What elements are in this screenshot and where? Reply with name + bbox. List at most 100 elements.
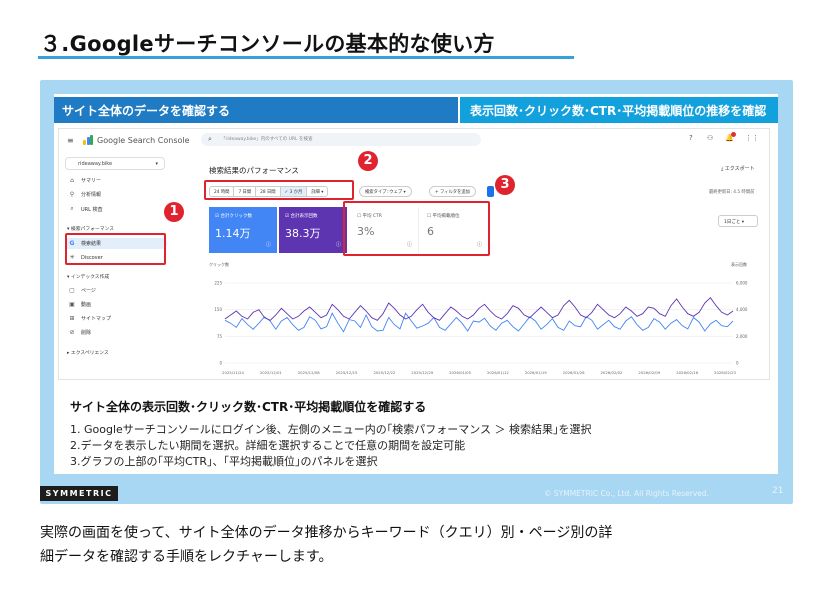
video-icon: ▣ [69,301,75,308]
x-tick-label: 2025/12/01 [260,370,282,375]
sidebar-item-label: サマリー [81,178,102,184]
search-icon: ⌕ [70,205,74,212]
sidebar-item-label: 動画 [81,302,92,308]
metric-label: ☑ 合計表示回数 [285,214,318,219]
callout-badge-2: 2 [358,151,378,171]
url-inspect-search[interactable]: ⌕ 「rideaway.bike」内のすべての URL を検査 [201,133,481,146]
x-tick-label: 2026/01/26 [563,370,585,375]
gsc-brand: Google Search Console [97,136,190,145]
clicks-series-line [224,312,734,333]
help-icon[interactable]: ? [689,134,693,142]
sidebar-item-label: 分析情報 [81,192,102,198]
sidebar-section-experience[interactable]: ▸ エクスペリエンス [67,349,109,356]
gsc-sidebar: rideaway.bike ▾ ⌂ サマリー ⚲ 分析情報 ⌕ URL 検査 ▾… [59,151,171,379]
metric-value: 1.14万 [215,227,251,240]
search-placeholder: 「rideaway.bike」内のすべての URL を検査 [221,137,313,142]
band-right-title: 表示回数･クリック数･CTR･平均掲載順位の推移を確認 [460,97,778,123]
metric-total-impressions[interactable]: ☑ 合計表示回数 38.3万 ⓘ [279,207,347,253]
insights-icon: ⚲ [69,191,75,198]
x-tick-label: 2026/02/09 [638,370,660,375]
right-tick-label: 0 [736,361,739,366]
removal-icon: ⊘ [69,329,75,336]
symmetric-logo: SYMMETRIC [40,486,118,501]
band-left-title: サイト全体のデータを確認する [54,97,458,123]
x-tick-label: 2025/11/24 [222,370,244,375]
right-tick-label: 6,000 [736,281,748,286]
instruction-step-1: 1. Googleサーチコンソールにログイン後、左側のメニュー内の｢検索パフォー… [70,423,592,436]
last-update: 最終更新日: 4.5 時間前 [709,190,755,195]
sidebar-item-removals[interactable]: ⊘ 削除 [69,329,91,336]
metric-total-clicks[interactable]: ☑ 合計クリック数 1.14万 ⓘ [209,207,277,253]
sidebar-section-performance[interactable]: ▾ 検索パフォーマンス [67,225,114,232]
x-tick-label: 2025/12/29 [411,370,433,375]
impressions-series-line [224,297,734,321]
sidebar-item-pages[interactable]: ▢ ページ [69,287,96,294]
notification-dot [731,132,736,137]
chevron-down-icon: ▾ [155,161,158,167]
page-number: 21 [772,486,784,496]
main-title: 検索結果のパフォーマンス [209,166,299,175]
sidebar-item-label: サイトマップ [81,316,112,322]
x-tick-label: 2025/12/08 [298,370,320,375]
metric-value: 38.3万 [285,227,321,240]
property-selector[interactable]: rideaway.bike ▾ [65,157,165,170]
granularity-select[interactable]: 1日ごと ▾ [718,215,758,227]
metric-label: ☑ 合計クリック数 [215,214,252,219]
sitemap-icon: ⊞ [69,315,75,322]
page-icon: ▢ [69,287,75,294]
export-button[interactable]: ⤓ エクスポート [721,165,755,172]
reset-filter-button[interactable] [487,186,494,197]
instructions-title: サイト全体の表示回数･クリック数･CTR･平均掲載順位を確認する [70,400,427,414]
callout-box-3 [343,201,490,256]
left-tick-label: 75 [217,334,223,339]
add-filter-chip[interactable]: + フィルタを追加 [429,186,476,197]
search-icon: ⌕ [208,135,212,143]
sidebar-item-videos[interactable]: ▣ 動画 [69,301,91,308]
sidebar-item-label: URL 検査 [81,206,103,213]
property-name: rideaway.bike [78,161,113,167]
x-tick-label: 2026/01/19 [525,370,547,375]
sidebar-item-sitemaps[interactable]: ⊞ サイトマップ [69,315,111,322]
help-icon: ⓘ [335,242,341,248]
apps-icon[interactable]: ⋮⋮ [745,134,759,142]
copyright: © SYMMETRIC Co., Ltd. All Rights Reserve… [544,489,710,498]
home-icon: ⌂ [70,177,74,184]
x-tick-label: 2026/02/02 [601,370,623,375]
left-tick-label: 225 [214,281,222,286]
page-heading: ３.Googleサーチコンソールの基本的な使い方 [40,32,495,56]
menu-icon[interactable]: ≡ [67,136,74,145]
description-line-2: 細データを確認する手順をレクチャーします。 [40,549,333,565]
gsc-topbar: ≡ Google Search Console ⌕ 「rideaway.bike… [59,129,769,151]
heading-underline [38,56,574,59]
right-tick-label: 2,000 [736,334,748,339]
left-tick-label: 0 [219,361,222,366]
help-icon: ⓘ [265,242,271,248]
left-axis-label: クリック数 [209,262,229,267]
x-tick-label: 2026/02/16 [676,370,698,375]
sidebar-section-indexing[interactable]: ▾ インデックス作成 [67,273,109,280]
performance-line-chart: 225 6,000150 4,00075 2,0000 02025/11/24 2025/… [214,281,748,376]
sidebar-item-label: ページ [81,288,96,294]
callout-badge-3: 3 [495,175,515,195]
x-tick-label: 2025/12/22 [373,370,395,375]
gsc-logo-icon [83,135,93,145]
x-tick-label: 2026/01/05 [449,370,471,375]
users-icon[interactable]: ⚇ [707,134,713,142]
instruction-step-3: 3.グラフの上部の｢平均CTR｣、｢平均掲載順位｣のパネルを選択 [70,455,378,468]
sidebar-item-label: 削除 [81,330,92,336]
left-tick-label: 150 [214,307,222,312]
right-tick-label: 4,000 [736,307,748,312]
search-type-chip[interactable]: 検索タイプ: ウェブ ▾ [359,186,412,197]
x-tick-label: 2026/01/12 [487,370,509,375]
callout-badge-1: 1 [164,202,184,222]
sidebar-item-insights[interactable]: ⚲ 分析情報 [69,191,101,198]
x-tick-label: 2026/02/23 [714,370,736,375]
sidebar-item-url-inspection[interactable]: ⌕ URL 検査 [69,205,103,213]
callout-box-2 [204,180,354,200]
right-axis-label: 表示回数 [731,262,747,267]
x-tick-label: 2025/12/15 [336,370,358,375]
description-line-1: 実際の画面を使って、サイト全体のデータ推移からキーワード（クエリ）別・ページ別の… [40,525,613,541]
sidebar-item-summary[interactable]: ⌂ サマリー [69,177,101,184]
callout-box-1 [65,233,166,265]
instruction-step-2: 2.データを表示したい期間を選択。詳細を選択することで任意の期間を設定可能 [70,439,466,452]
